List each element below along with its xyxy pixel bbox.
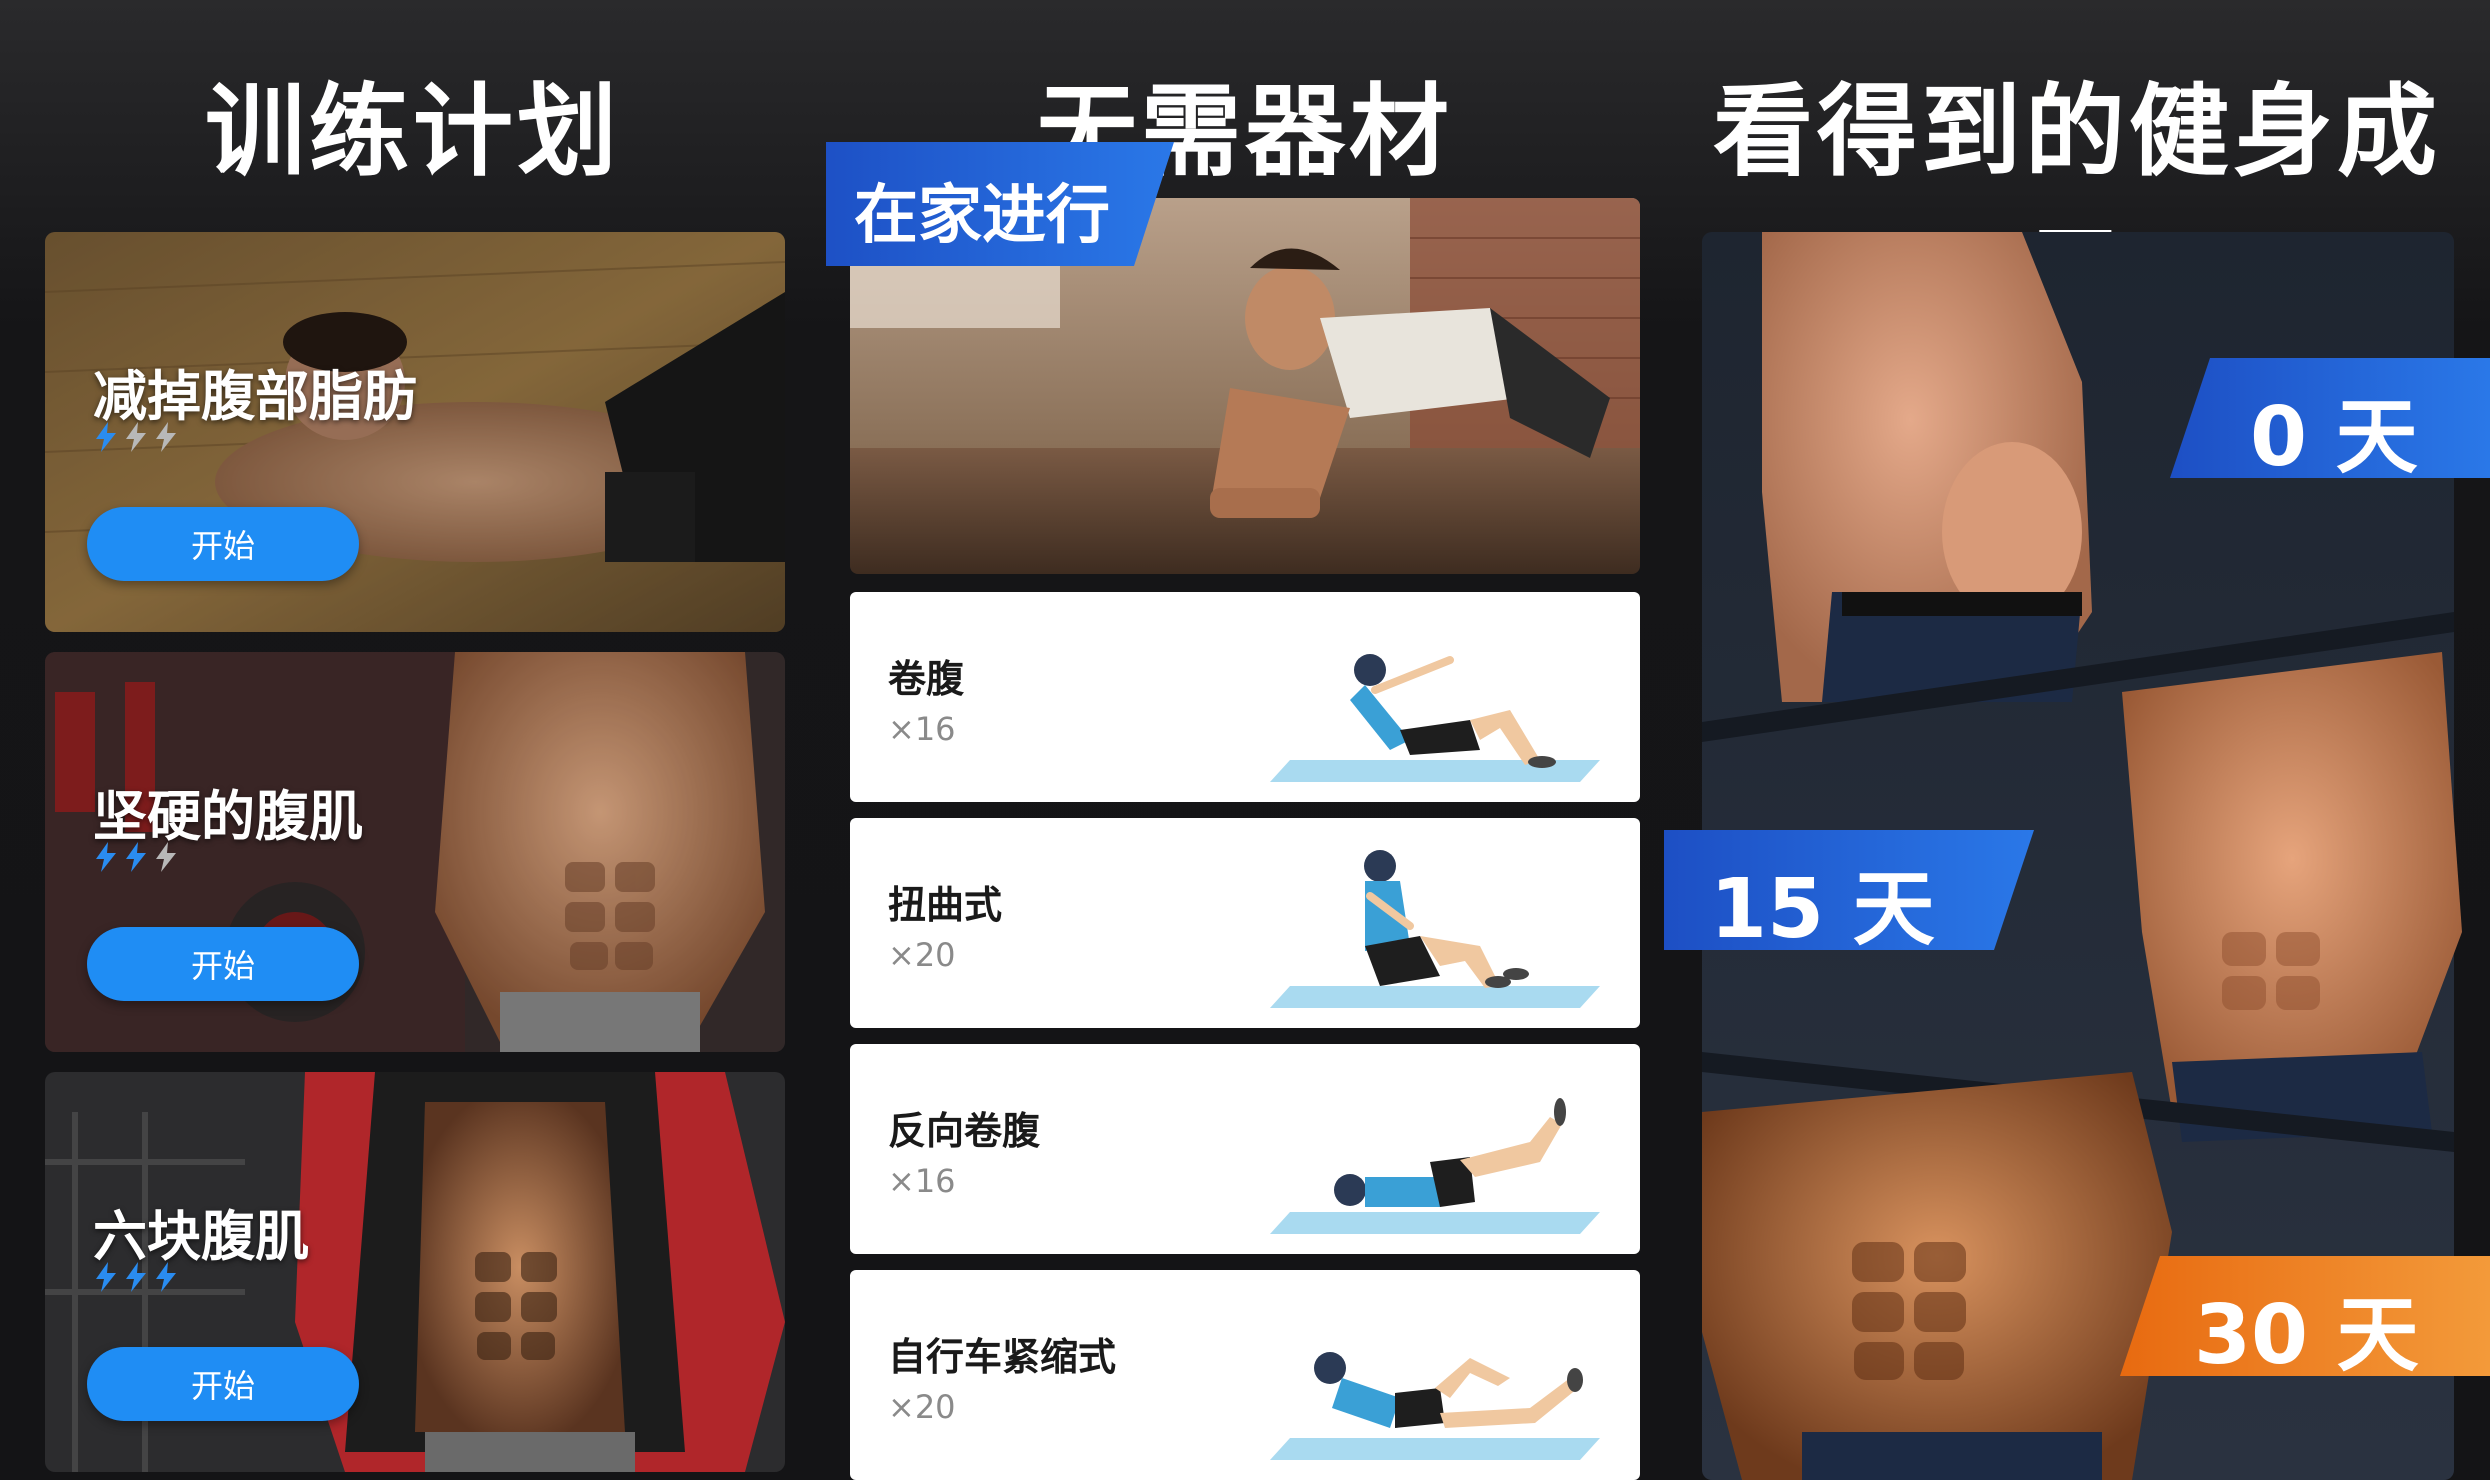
exercise-name: 扭曲式: [888, 883, 1003, 927]
banner-text: 在家进行: [854, 179, 1110, 253]
exercise-name: 反向卷腹: [888, 1109, 1041, 1153]
exercise-card[interactable]: 扭曲式 ×20: [850, 818, 1640, 1028]
difficulty-rating: [93, 1262, 179, 1292]
exercise-name: 自行车紧缩式: [888, 1335, 1117, 1379]
plan-card-lose-belly-fat[interactable]: 减掉腹部脂肪 开始: [45, 232, 785, 632]
lightning-icon: [126, 422, 146, 452]
exercise-card[interactable]: 自行车紧缩式 ×20: [850, 1270, 1640, 1480]
plan-title: 坚硬的腹肌: [93, 785, 363, 848]
workout-plans-panel: 训练计划 减掉腹部脂肪 开始 坚硬的腹肌 开始 六块腹肌 开始: [0, 0, 826, 1480]
start-button[interactable]: 开始: [87, 927, 359, 1001]
exercise-reps: ×16: [888, 710, 956, 748]
day-label: 15 天: [1710, 862, 1935, 957]
lightning-icon: [126, 1262, 146, 1292]
no-equipment-panel: 无需器材 在家进行 卷腹 ×16 扭曲式 ×20 反向卷腹 ×16 自行车紧缩式…: [826, 0, 1664, 1480]
plan-card-hard-abs[interactable]: 坚硬的腹肌 开始: [45, 652, 785, 1052]
lightning-icon: [126, 842, 146, 872]
twist-illustration: [1270, 850, 1600, 1008]
lightning-icon: [156, 1262, 176, 1292]
difficulty-rating: [93, 422, 179, 452]
start-button[interactable]: 开始: [87, 507, 359, 581]
results-panel: 看得到的健身成果: [1664, 0, 2490, 1480]
lightning-icon: [156, 842, 176, 872]
exercise-name: 卷腹: [888, 657, 965, 701]
day-badge-15: 15 天: [1664, 830, 2034, 957]
exercise-card[interactable]: 反向卷腹 ×16: [850, 1044, 1640, 1254]
crunch-illustration: [1270, 654, 1600, 782]
day-label: 30 天: [2194, 1288, 2419, 1383]
lightning-icon: [156, 422, 176, 452]
exercise-reps: ×16: [888, 1162, 956, 1200]
panel-heading: 训练计划: [205, 73, 621, 190]
home-banner: 在家进行: [826, 142, 1174, 266]
plan-title: 六块腹肌: [93, 1205, 309, 1268]
day-label: 0 天: [2250, 390, 2418, 485]
difficulty-rating: [93, 842, 179, 872]
reverse-crunch-illustration: [1270, 1098, 1600, 1234]
day-badge-0: 0 天: [2170, 358, 2490, 485]
plan-card-six-pack[interactable]: 六块腹肌 开始: [45, 1072, 785, 1472]
lightning-icon: [96, 422, 116, 452]
start-button[interactable]: 开始: [87, 1347, 359, 1421]
lightning-icon: [96, 842, 116, 872]
exercise-reps: ×20: [888, 936, 956, 974]
exercise-reps: ×20: [888, 1388, 956, 1426]
exercise-card[interactable]: 卷腹 ×16: [850, 592, 1640, 802]
plan-title: 减掉腹部脂肪: [93, 365, 417, 428]
day-badge-30: 30 天: [2120, 1256, 2490, 1383]
lightning-icon: [96, 1262, 116, 1292]
bicycle-crunch-illustration: [1270, 1352, 1600, 1460]
